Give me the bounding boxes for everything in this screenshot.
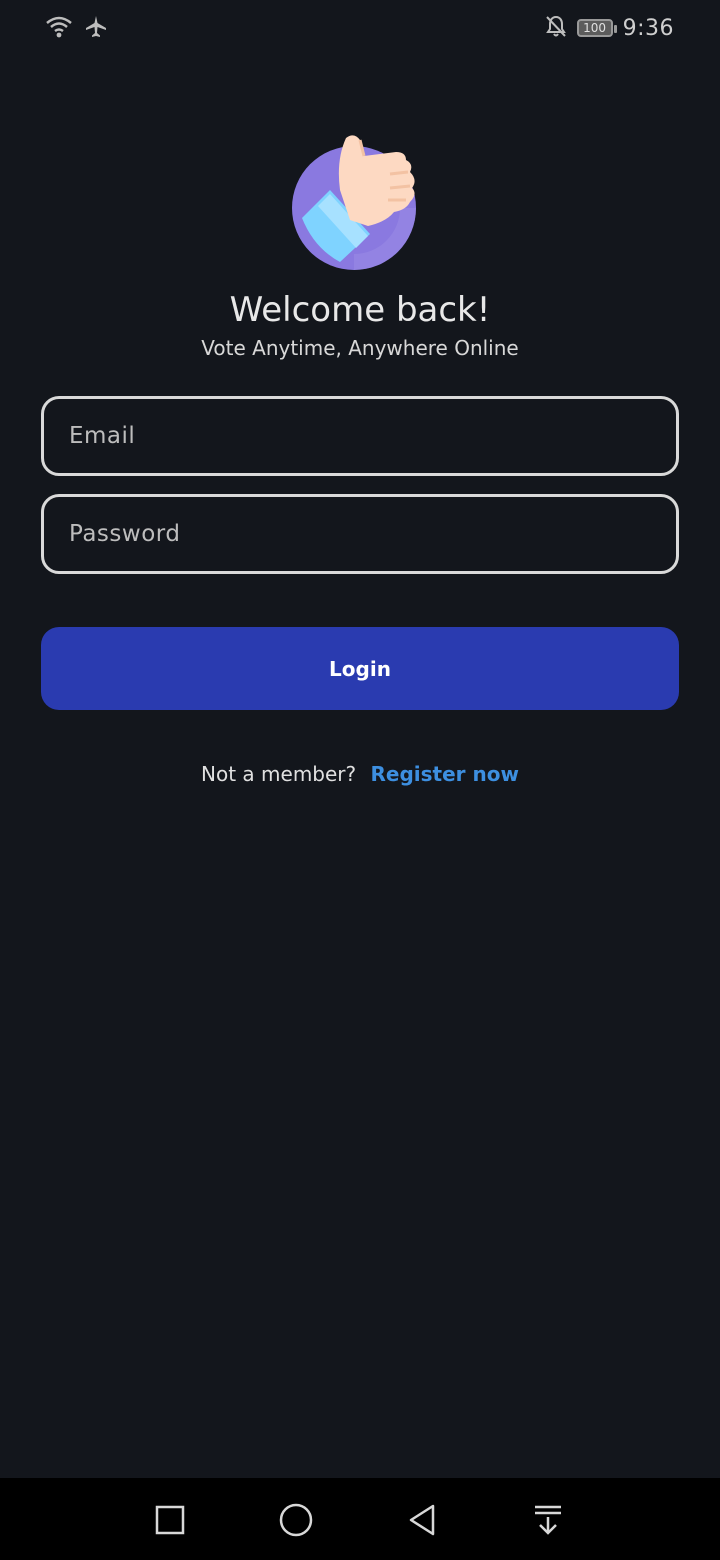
email-field-container[interactable] [41, 396, 679, 476]
status-time: 9:36 [622, 15, 674, 41]
notifications-off-icon [545, 14, 567, 42]
subtitle: Vote Anytime, Anywhere Online [201, 336, 519, 360]
password-field-container[interactable] [41, 494, 679, 574]
battery-level: 100 [583, 21, 607, 35]
register-now-link[interactable]: Register now [371, 762, 519, 786]
thumbs-up-icon [290, 130, 430, 270]
home-circle-icon[interactable] [274, 1498, 318, 1542]
register-prompt: Not a member? [201, 762, 357, 786]
battery-icon: 100 [576, 19, 617, 37]
airplane-mode-icon [84, 14, 108, 44]
recents-square-icon[interactable] [148, 1498, 192, 1542]
status-right-icons: 100 9:36 [545, 14, 674, 42]
system-navigation-bar [0, 1478, 720, 1560]
status-bar: 100 9:36 [0, 0, 720, 60]
back-triangle-icon[interactable] [400, 1498, 444, 1542]
email-field[interactable] [44, 399, 676, 473]
notification-pull-icon[interactable] [526, 1498, 570, 1542]
password-field[interactable] [44, 497, 676, 571]
wifi-icon [44, 14, 74, 44]
register-row: Not a member? Register now [0, 762, 720, 786]
status-left-icons [44, 14, 108, 44]
welcome-title: Welcome back! [229, 290, 491, 330]
login-button[interactable]: Login [41, 627, 679, 710]
